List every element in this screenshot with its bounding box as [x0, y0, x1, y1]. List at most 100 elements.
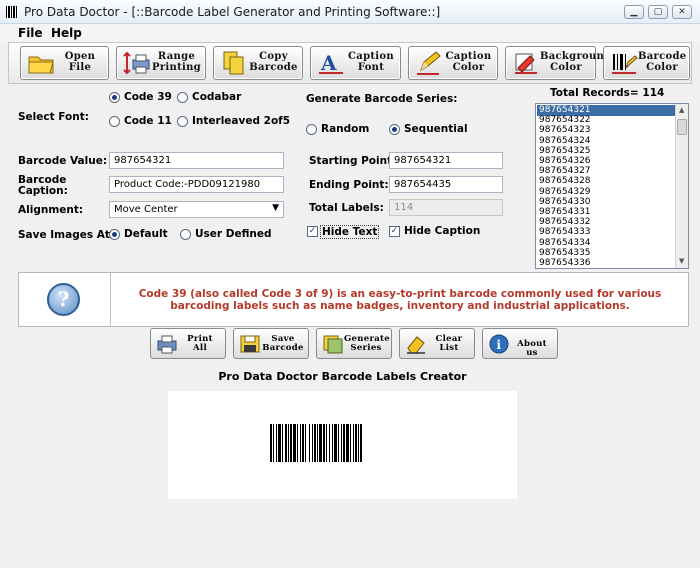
interleaved-radio[interactable] [177, 116, 188, 127]
minimize-button[interactable]: ▁ [624, 5, 644, 19]
total-records-heading: Total Records= 114 [550, 87, 665, 99]
barcode-bar [309, 424, 310, 462]
folder-icon [28, 56, 54, 74]
alignment-value: Move Center [114, 204, 178, 215]
about-us-button[interactable]: i About us [482, 328, 558, 359]
record-item[interactable]: 987654328 [537, 176, 675, 187]
record-item[interactable]: 987654323 [537, 125, 675, 136]
action-label-line2: Series [350, 343, 382, 353]
barcode-caption-input[interactable]: Product Code:-PDD09121980 [109, 176, 284, 193]
total-labels-input: 114 [389, 199, 503, 216]
clear-list-button[interactable]: Clear List [399, 328, 475, 359]
range-printing-button[interactable]: Range Printing [116, 46, 206, 80]
barcode-image [270, 424, 362, 462]
toolbar-label-line2: Color [452, 62, 485, 73]
toolbar-label-line2: Barcode [249, 62, 298, 73]
caption-color-button[interactable]: Caption Color [408, 46, 498, 80]
codabar-radio[interactable] [177, 92, 188, 103]
print-all-button[interactable]: Print All [150, 328, 226, 359]
vertical-scrollbar[interactable]: ▲ ▼ [675, 104, 688, 268]
code11-radio[interactable] [109, 116, 120, 127]
toolbar-label-line2: Color [646, 62, 678, 73]
close-button[interactable]: ✕ [672, 5, 692, 19]
barcode-bar [319, 424, 322, 462]
maximize-button[interactable]: ▢ [648, 5, 668, 19]
toolbar-label-line1: Range [157, 51, 196, 62]
record-item[interactable]: 987654329 [537, 187, 675, 198]
record-item[interactable]: 987654322 [537, 115, 675, 126]
record-item[interactable]: 987654325 [537, 146, 675, 157]
record-item[interactable]: 987654333 [537, 227, 675, 238]
barcode-bar [346, 424, 349, 462]
random-radio[interactable] [306, 124, 317, 135]
record-item[interactable]: 987654331 [537, 207, 675, 218]
record-item[interactable]: 987654332 [537, 217, 675, 228]
action-label-line1: About us [517, 339, 547, 358]
record-item[interactable]: 987654336 [537, 258, 675, 268]
background-color-button[interactable]: Background Color [505, 46, 611, 80]
starting-point-input[interactable]: 987654321 [389, 152, 503, 169]
action-label-line2: All [193, 343, 207, 353]
font-icon: A [319, 51, 343, 75]
generate-series-button[interactable]: Generate Series [316, 328, 392, 359]
barcode-bar [343, 424, 345, 462]
record-item[interactable]: 987654321 [537, 105, 675, 116]
barcode-bar [326, 424, 327, 462]
barcode-bar [338, 424, 339, 462]
chevron-down-icon: ▼ [272, 203, 279, 213]
printer-icon [157, 335, 177, 354]
barcode-value-input[interactable]: 987654321 [109, 152, 284, 169]
toolbar-label-line1: Background [540, 51, 612, 62]
menu-bar [0, 24, 700, 42]
records-listbox[interactable]: 987654321 987654322 987654323 987654324 9876… [535, 103, 689, 269]
save-barcode-button[interactable]: Save Barcode [233, 328, 309, 359]
default-radio[interactable] [109, 229, 120, 240]
record-item[interactable]: 987654334 [537, 238, 675, 249]
barcode-bar [297, 424, 298, 462]
barcode-pencil-icon [612, 54, 638, 74]
alignment-select[interactable]: Move Center ▼ [109, 201, 284, 218]
sequential-label: Sequential [404, 123, 468, 135]
scroll-thumb[interactable] [677, 119, 687, 135]
scroll-up-icon[interactable]: ▲ [679, 106, 684, 114]
record-item[interactable]: 987654327 [537, 166, 675, 177]
svg-text:i: i [497, 338, 502, 352]
toolbar-label-line2: File [68, 62, 92, 73]
menu-help[interactable]: Help [51, 26, 82, 40]
barcode-bar [290, 424, 292, 462]
record-item[interactable]: 987654326 [537, 156, 675, 167]
hide-caption-checkbox[interactable]: ✓ [389, 226, 400, 237]
barcode-bar [358, 424, 359, 462]
caption-font-button[interactable]: A Caption Font [310, 46, 401, 80]
toolbar-label-line2: Font [357, 62, 385, 73]
eraser-icon [407, 336, 425, 354]
default-label: Default [124, 228, 168, 240]
barcode-bar [332, 424, 333, 462]
code39-radio[interactable] [109, 92, 120, 103]
record-item[interactable]: 987654335 [537, 248, 675, 259]
ending-point-input[interactable]: 987654435 [389, 176, 503, 193]
copy-barcode-button[interactable]: Copy Barcode [213, 46, 303, 80]
barcode-bar [314, 424, 316, 462]
barcode-bar [285, 424, 287, 462]
menu-file[interactable]: File [18, 26, 43, 40]
preview-title: Pro Data Doctor Barcode Labels Creator [218, 370, 467, 383]
sequential-radio[interactable] [389, 124, 400, 135]
barcode-bar [282, 424, 283, 462]
barcode-bar [317, 424, 318, 462]
toolbar-label-line1: Caption [348, 51, 394, 62]
scroll-down-icon[interactable]: ▼ [679, 257, 684, 265]
open-file-button[interactable]: Open File [20, 46, 109, 80]
toolbar-label-line1: Caption [445, 51, 492, 62]
record-item[interactable]: 987654324 [537, 136, 675, 147]
random-label: Random [321, 123, 370, 135]
alignment-label: Alignment: [18, 204, 84, 216]
hide-text-checkbox[interactable]: ✓ [307, 226, 318, 237]
user-defined-radio[interactable] [180, 229, 191, 240]
pencil-icon [417, 51, 441, 75]
total-labels-label: Total Labels: [309, 202, 384, 214]
generate-icon [323, 335, 343, 354]
barcode-color-button[interactable]: Barcode Color [603, 46, 690, 80]
toolbar-label-line1: Barcode [638, 51, 687, 62]
record-item[interactable]: 987654330 [537, 197, 675, 208]
